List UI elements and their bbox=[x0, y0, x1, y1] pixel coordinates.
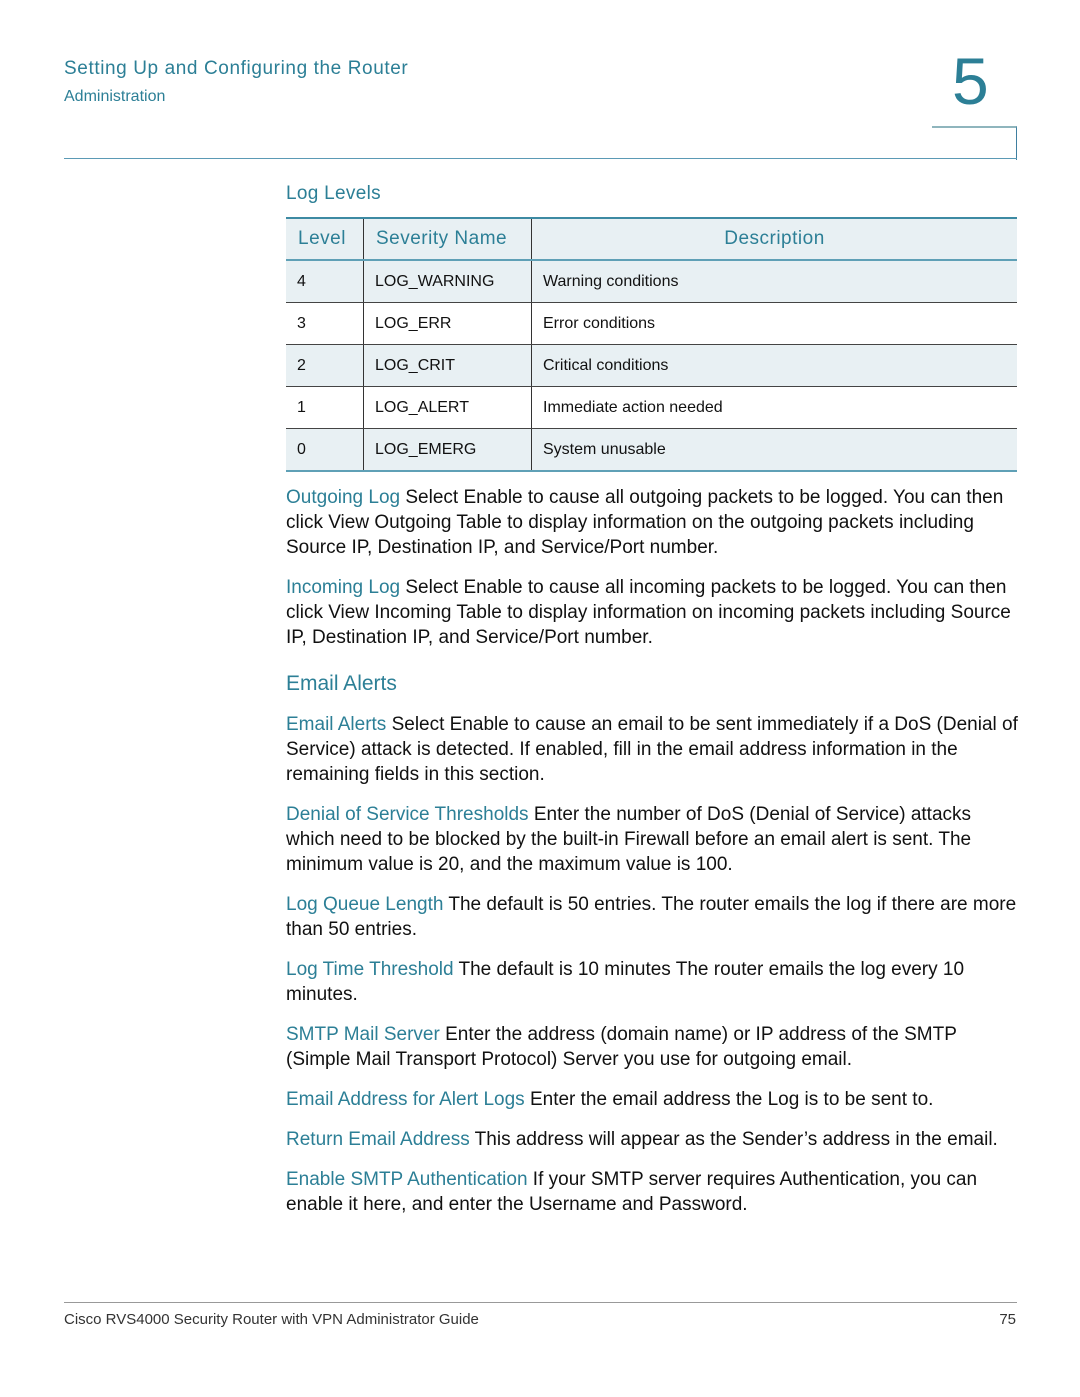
paragraph-smtp-mail-server: SMTP Mail Server Enter the address (doma… bbox=[286, 1022, 1018, 1072]
footer-divider bbox=[64, 1302, 1017, 1303]
cell-level: 1 bbox=[286, 386, 364, 429]
cell-description: Immediate action needed bbox=[531, 386, 1017, 429]
column-header-description: Description bbox=[531, 217, 1017, 261]
term-label: Email Address for Alert Logs bbox=[286, 1089, 525, 1110]
term-description: Enter the email address the Log is to be… bbox=[524, 1089, 934, 1110]
term-label: Log Queue Length bbox=[286, 894, 444, 915]
term-label: Log Time Threshold bbox=[286, 959, 454, 980]
term-label: Denial of Service Thresholds bbox=[286, 804, 529, 825]
paragraph-return-email-address: Return Email Address This address will a… bbox=[286, 1127, 1018, 1152]
cell-description: Critical conditions bbox=[531, 344, 1017, 387]
table-row: 0 LOG_EMERG System unusable bbox=[286, 428, 1017, 472]
paragraph-log-queue-length: Log Queue Length The default is 50 entri… bbox=[286, 892, 1018, 942]
term-label: Email Alerts bbox=[286, 714, 387, 735]
cell-severity-name: LOG_CRIT bbox=[363, 344, 532, 387]
term-label: Outgoing Log bbox=[286, 487, 401, 508]
chapter-title: Setting Up and Configuring the Router bbox=[64, 58, 409, 79]
table-row: 1 LOG_ALERT Immediate action needed bbox=[286, 386, 1017, 429]
table-row: 3 LOG_ERR Error conditions bbox=[286, 302, 1017, 345]
paragraph-email-address-alert-logs: Email Address for Alert Logs Enter the e… bbox=[286, 1087, 1018, 1112]
cell-severity-name: LOG_EMERG bbox=[363, 428, 532, 472]
paragraph-log-time-threshold: Log Time Threshold The default is 10 min… bbox=[286, 957, 1018, 1007]
log-levels-table: Level Severity Name Description 4 LOG_WA… bbox=[286, 217, 1017, 472]
chapter-box-decoration bbox=[932, 126, 1017, 160]
paragraph-enable-smtp-auth: Enable SMTP Authentication If your SMTP … bbox=[286, 1167, 1018, 1217]
table-title: Log Levels bbox=[286, 183, 381, 204]
term-label: Incoming Log bbox=[286, 577, 401, 598]
cell-description: System unusable bbox=[531, 428, 1017, 472]
term-description: This address will appear as the Sender’s… bbox=[469, 1129, 998, 1150]
term-label: Return Email Address bbox=[286, 1129, 470, 1150]
page-number: 75 bbox=[999, 1311, 1016, 1328]
term-label: SMTP Mail Server bbox=[286, 1024, 440, 1045]
paragraph-dos-thresholds: Denial of Service Thresholds Enter the n… bbox=[286, 802, 1018, 877]
cell-level: 4 bbox=[286, 260, 364, 303]
section-subtitle: Administration bbox=[64, 88, 166, 105]
footer-guide-title: Cisco RVS4000 Security Router with VPN A… bbox=[64, 1311, 479, 1328]
cell-severity-name: LOG_ALERT bbox=[363, 386, 532, 429]
paragraph-outgoing-log: Outgoing Log Select Enable to cause all … bbox=[286, 485, 1018, 560]
main-content: Log Levels Level Severity Name Descripti… bbox=[286, 183, 1018, 1217]
table-header-row: Level Severity Name Description bbox=[286, 217, 1017, 261]
cell-severity-name: LOG_ERR bbox=[363, 302, 532, 345]
paragraph-email-alerts: Email Alerts Select Enable to cause an e… bbox=[286, 712, 1018, 787]
cell-severity-name: LOG_WARNING bbox=[363, 260, 532, 303]
section-heading-email-alerts: Email Alerts bbox=[286, 672, 397, 695]
term-description: Select Enable to cause an email to be se… bbox=[286, 714, 1018, 785]
table-row: 4 LOG_WARNING Warning conditions bbox=[286, 260, 1017, 303]
cell-description: Error conditions bbox=[531, 302, 1017, 345]
column-header-level: Level bbox=[286, 217, 364, 261]
table-row: 2 LOG_CRIT Critical conditions bbox=[286, 344, 1017, 387]
cell-level: 2 bbox=[286, 344, 364, 387]
header-divider bbox=[64, 158, 1017, 159]
cell-description: Warning conditions bbox=[531, 260, 1017, 303]
paragraph-incoming-log: Incoming Log Select Enable to cause all … bbox=[286, 575, 1018, 650]
chapter-number: 5 bbox=[952, 44, 989, 118]
column-header-severity-name: Severity Name bbox=[363, 217, 532, 261]
term-label: Enable SMTP Authentication bbox=[286, 1169, 528, 1190]
cell-level: 0 bbox=[286, 428, 364, 472]
cell-level: 3 bbox=[286, 302, 364, 345]
